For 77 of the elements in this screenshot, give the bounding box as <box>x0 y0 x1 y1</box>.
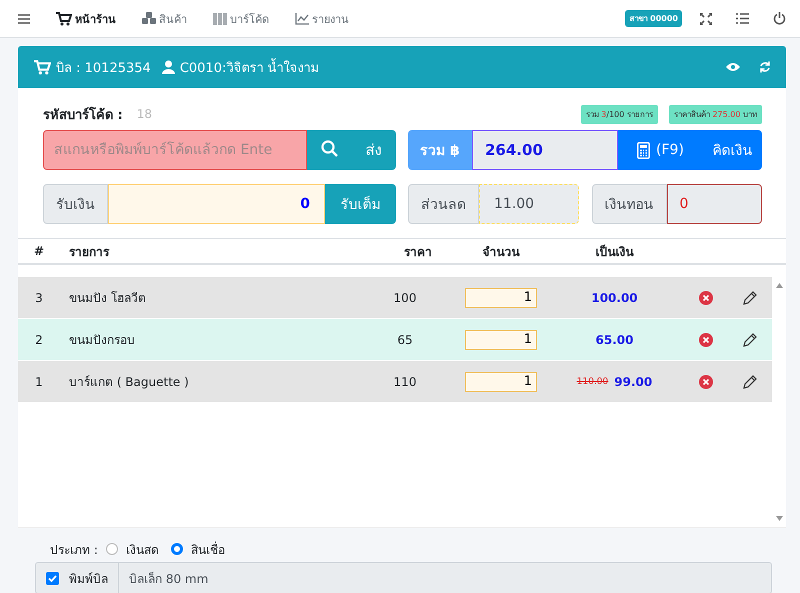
discount-field[interactable]: 11.00 <box>479 184 578 224</box>
receive-input[interactable]: 0 <box>108 184 325 224</box>
row-number: 2 <box>34 332 44 348</box>
nav-tab[interactable]: หน้าร้าน <box>56 10 116 28</box>
item-price: 100 <box>392 290 418 306</box>
refresh-icon[interactable] <box>759 61 771 73</box>
nav-tab[interactable]: สินค้า <box>142 10 187 28</box>
column-header: ราคา <box>403 244 433 260</box>
cart-icon <box>34 60 51 74</box>
calculator-icon <box>637 142 650 158</box>
row-number: 1 <box>34 374 44 390</box>
remove-icon[interactable] <box>699 332 713 346</box>
scroll-down-icon[interactable] <box>776 516 782 521</box>
checkout-button[interactable]: คิดเงิน <box>703 130 762 170</box>
item-row[interactable]: 2 ขนมปังกรอบ 65 1 65.00 <box>18 319 772 361</box>
item-price: 110 <box>392 374 418 390</box>
column-header: # <box>32 244 46 258</box>
barcode-label: รหัสบาร์โค้ด : <box>43 106 123 124</box>
power-icon[interactable] <box>773 12 786 25</box>
pencil-icon[interactable] <box>743 290 757 304</box>
change-label: เงินทอน <box>592 184 666 224</box>
user-icon <box>162 60 175 74</box>
item-amount: 99.00 <box>614 374 652 388</box>
cubes-icon <box>142 12 156 25</box>
quantity-input[interactable]: 1 <box>465 372 537 392</box>
column-header: เป็นเงิน <box>594 244 635 260</box>
expand-icon[interactable] <box>700 12 712 24</box>
nav-tab[interactable]: รายงาน <box>295 10 349 28</box>
row-number: 3 <box>34 290 44 306</box>
bill-size: บิลเล็ก 80 mm <box>128 570 208 588</box>
item-amount: 65.00 <box>596 332 634 346</box>
item-amount: 100.00 <box>591 290 638 304</box>
remove-icon[interactable] <box>699 374 713 388</box>
receive-label: รับเงิน <box>43 184 108 224</box>
pencil-icon[interactable] <box>743 374 757 388</box>
barcode-count: 18 <box>136 107 152 121</box>
bill-number: บิล : 10125354 <box>56 60 151 78</box>
summary-badge: ราคาสินค้า 275.00 บาท <box>668 104 762 124</box>
item-row[interactable]: 3 ขนมปัง โฮลวีต 100 1 100.00 <box>18 277 772 319</box>
line-chart-icon <box>295 12 309 24</box>
item-name: ขนมปังกรอบ <box>68 332 136 349</box>
pencil-icon[interactable] <box>743 332 757 346</box>
menu-icon[interactable] <box>18 14 30 24</box>
item-price: 65 <box>396 332 414 348</box>
checkbox[interactable] <box>46 572 59 584</box>
barcode-icon <box>213 12 227 24</box>
list-icon[interactable] <box>736 13 749 24</box>
summary-badge: รวม 3/100 รายการ <box>580 104 658 124</box>
print-label: พิมพ์บิล <box>69 570 108 588</box>
item-row[interactable]: 1 บาร์แกต ( Baguette ) 110 1 110.00 99.00 <box>18 361 772 403</box>
total-label: รวม ฿ <box>408 130 472 170</box>
remove-icon[interactable] <box>699 290 713 304</box>
column-header: รายการ <box>68 244 110 260</box>
radio-label[interactable]: สินเชื่อ <box>190 540 225 558</box>
item-name: ขนมปัง โฮลวีต <box>68 290 147 307</box>
search-button[interactable] <box>307 130 351 170</box>
item-name: บาร์แกต ( Baguette ) <box>68 374 190 391</box>
change-field: 0 <box>666 184 762 224</box>
column-header: จำนวน <box>482 244 521 260</box>
radio-button[interactable] <box>106 543 118 555</box>
branch-badge: สาขา 00000 <box>625 10 682 27</box>
total-amount: 264.00 <box>472 130 618 170</box>
radio-button[interactable] <box>170 543 183 555</box>
quantity-input[interactable]: 1 <box>465 288 537 308</box>
quantity-input[interactable]: 1 <box>465 330 537 350</box>
nav-tab[interactable]: บาร์โค้ด <box>213 10 269 28</box>
search-icon <box>320 140 338 156</box>
scroll-up-icon[interactable] <box>776 283 782 288</box>
discount-label: ส่วนลด <box>408 184 479 224</box>
payment-type-label: ประเภท : <box>50 542 98 558</box>
customer-name: C0010:วิจิตรา น้ำใจงาม <box>180 56 320 78</box>
eye-icon[interactable] <box>726 62 740 72</box>
calculator-button[interactable]: (F9) <box>618 130 703 170</box>
cart-icon <box>56 12 72 26</box>
original-amount: 110.00 <box>576 376 608 386</box>
radio-label[interactable]: เงินสด <box>126 540 159 558</box>
barcode-input[interactable]: สแกนหรือพิมพ์บาร์โค้ดแล้วกด Ente <box>43 130 307 170</box>
